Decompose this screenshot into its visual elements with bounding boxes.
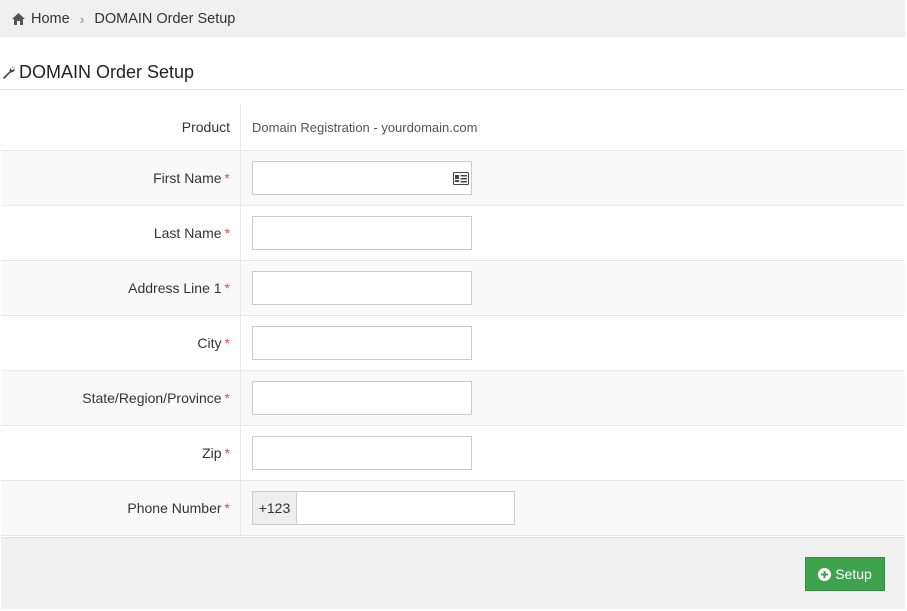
plus-circle-icon — [818, 567, 832, 581]
required-marker: * — [224, 170, 230, 186]
phone-number-row: Phone Number * +123 — [1, 481, 905, 536]
first-name-row: First Name * — [1, 151, 905, 206]
required-marker: * — [224, 280, 230, 296]
last-name-input[interactable] — [252, 216, 472, 250]
phone-input-group: +123 — [252, 491, 515, 525]
setup-button[interactable]: Setup — [805, 557, 885, 591]
chevron-right-icon: › — [79, 10, 85, 27]
zip-row: Zip * — [1, 426, 905, 481]
phone-number-input[interactable] — [296, 491, 515, 525]
state-row: State/Region/Province * — [1, 371, 905, 426]
required-marker: * — [224, 225, 230, 241]
domain-setup-form: Product Domain Registration - yourdomain… — [1, 104, 905, 536]
page-header: DOMAIN Order Setup — [0, 56, 905, 90]
contact-card-icon[interactable] — [453, 172, 469, 185]
product-value: Domain Registration - yourdomain.com — [252, 119, 478, 135]
zip-label: Zip — [202, 445, 222, 461]
form-footer: Setup — [1, 537, 905, 609]
required-marker: * — [224, 390, 230, 406]
required-marker: * — [224, 445, 230, 461]
breadcrumb-home-link[interactable]: Home — [31, 11, 70, 27]
required-marker: * — [224, 500, 230, 516]
first-name-label: First Name — [153, 170, 222, 186]
city-label: City — [197, 335, 222, 351]
breadcrumb: Home › DOMAIN Order Setup — [0, 0, 905, 37]
country-code-prefix[interactable]: +123 — [252, 491, 296, 525]
state-label: State/Region/Province — [82, 390, 222, 406]
city-row: City * — [1, 316, 905, 371]
product-label: Product — [1, 104, 241, 150]
address-line-1-label: Address Line 1 — [128, 280, 222, 296]
wrench-icon — [3, 66, 15, 79]
page-title: DOMAIN Order Setup — [19, 62, 195, 82]
required-marker: * — [224, 335, 230, 351]
product-row: Product Domain Registration - yourdomain… — [1, 104, 905, 151]
state-input[interactable] — [252, 381, 472, 415]
first-name-input[interactable] — [252, 161, 472, 195]
phone-number-label: Phone Number — [127, 500, 222, 516]
home-icon — [12, 12, 25, 25]
breadcrumb-current: DOMAIN Order Setup — [94, 10, 236, 27]
address-line-1-input[interactable] — [252, 271, 472, 305]
last-name-row: Last Name * — [1, 206, 905, 261]
zip-input[interactable] — [252, 436, 472, 470]
setup-button-label: Setup — [835, 566, 872, 582]
address-line-1-row: Address Line 1 * — [1, 261, 905, 316]
city-input[interactable] — [252, 326, 472, 360]
last-name-label: Last Name — [153, 225, 222, 241]
